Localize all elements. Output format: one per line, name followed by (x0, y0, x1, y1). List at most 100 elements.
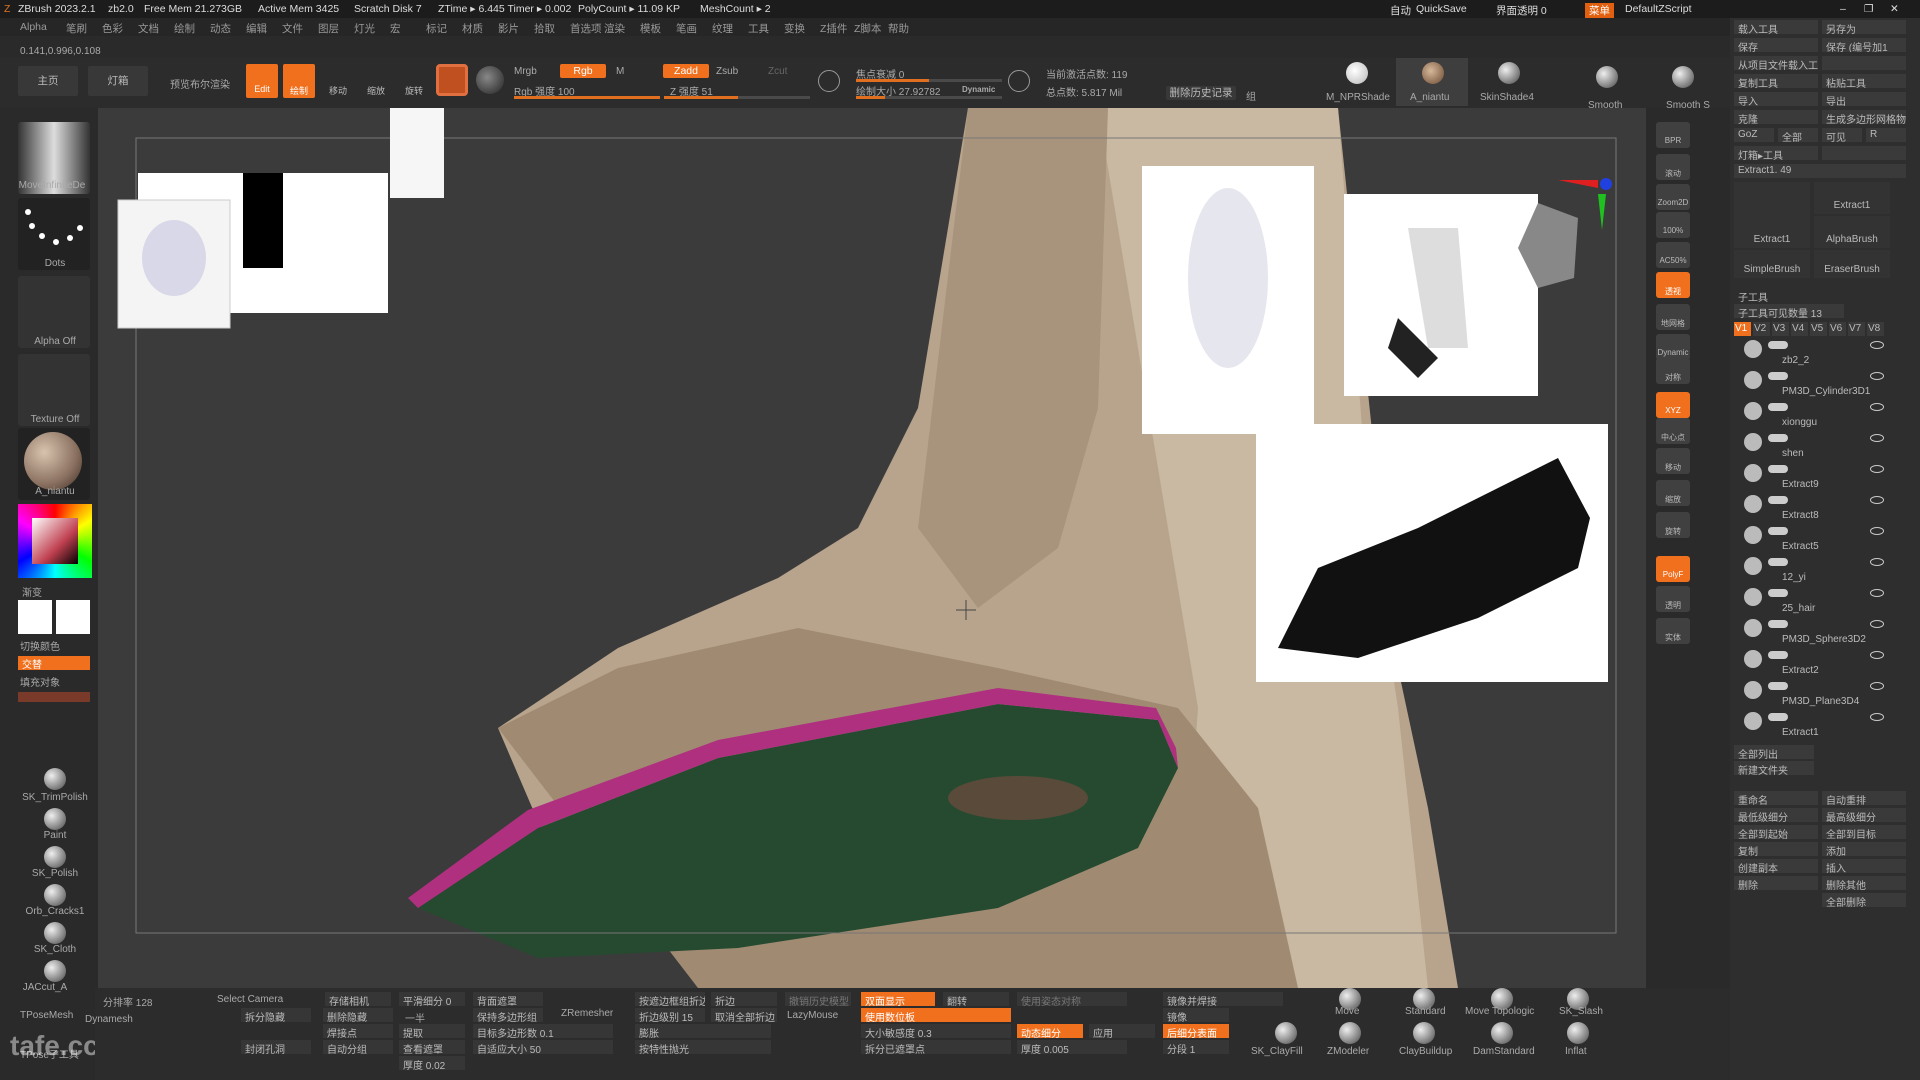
default-zscript[interactable]: DefaultZScript (1625, 3, 1692, 15)
tool-button[interactable]: 可见 (1822, 128, 1862, 142)
subtool-row[interactable]: 25_hair (1742, 586, 1907, 618)
menu-item[interactable]: 笔刷 (66, 21, 87, 36)
version-tab[interactable]: V2 (1753, 322, 1770, 336)
eye-icon[interactable] (1870, 527, 1884, 535)
brush-inflat-icon[interactable] (1567, 1022, 1589, 1044)
subtool-button[interactable]: 重命名 (1734, 791, 1818, 805)
smooth-s-brush-icon[interactable] (1672, 66, 1694, 88)
eye-icon[interactable] (1870, 651, 1884, 659)
eye-icon[interactable] (1870, 713, 1884, 721)
viewport-render[interactable] (98, 108, 1646, 988)
tool-button[interactable]: GoZ (1734, 128, 1774, 142)
rightbar-button[interactable]: 透视 (1656, 272, 1690, 298)
menu-item[interactable]: 变换 (784, 21, 805, 36)
eye-icon[interactable] (1870, 589, 1884, 597)
extract-slider[interactable]: Extract1. 49 (1734, 164, 1906, 178)
menu-item[interactable]: 灯光 (354, 21, 375, 36)
draw-size-icon[interactable] (1008, 70, 1030, 92)
rightbar-button[interactable]: 缩放 (1656, 480, 1690, 506)
lightbox-button[interactable]: 灯箱 (88, 66, 148, 96)
thickness2-slider[interactable]: 厚度 0.005 (1017, 1040, 1127, 1054)
subtool-button[interactable]: 复制 (1734, 842, 1818, 856)
subtool-row[interactable]: PM3D_Plane3D4 (1742, 679, 1907, 711)
eye-icon[interactable] (1870, 341, 1884, 349)
subtool-row[interactable]: shen (1742, 431, 1907, 463)
mirror-weld-button[interactable]: 镜像并焊接 (1163, 992, 1283, 1006)
menu-item[interactable]: 工具 (748, 21, 769, 36)
rightbar-button[interactable]: 100% (1656, 212, 1690, 238)
material-nprshade-icon[interactable] (1346, 62, 1368, 84)
eye-icon[interactable] (1870, 496, 1884, 504)
delete-hidden-button[interactable]: 删除隐藏 (323, 1008, 393, 1022)
subtool-row[interactable]: Extract5 (1742, 524, 1907, 556)
tpose-mesh-button[interactable]: TPoseMesh (20, 1010, 73, 1021)
rightbar-button[interactable]: PolyF (1656, 556, 1690, 582)
segments-slider[interactable]: 分段 1 (1163, 1040, 1229, 1054)
toggle-icon[interactable] (1768, 465, 1788, 473)
rightbar-button[interactable]: 滚动 (1656, 154, 1690, 180)
menu-item[interactable]: 色彩 (102, 21, 123, 36)
rightbar-button[interactable]: 透明 (1656, 586, 1690, 612)
subtool-row[interactable]: Extract8 (1742, 493, 1907, 525)
fill-object-button[interactable]: 填充对象 (20, 674, 60, 689)
version-tab[interactable]: V1 (1734, 322, 1751, 336)
preview-boolean-button[interactable]: 预览布尔渲染 (170, 76, 230, 91)
zcut-button[interactable]: Zcut (768, 66, 787, 77)
use-posable-symmetry-button[interactable]: 使用姿态对称 (1017, 992, 1127, 1006)
dynamic-button[interactable]: Dynamic (962, 85, 995, 94)
split-hidden-button[interactable]: 拆分隐藏 (241, 1008, 311, 1022)
version-tab[interactable]: V3 (1772, 322, 1789, 336)
tool-button[interactable]: 粘贴工具 (1822, 74, 1906, 88)
material-skinshade-icon[interactable] (1498, 62, 1520, 84)
brush-claybuildup-icon[interactable] (1413, 1022, 1435, 1044)
quicksave-button[interactable]: QuickSave (1416, 3, 1467, 15)
tool-button[interactable]: 另存为 (1822, 20, 1906, 34)
extract-button[interactable]: 提取 (399, 1024, 465, 1038)
subtool-button[interactable]: 删除其他 (1822, 876, 1906, 890)
subtool-button[interactable]: 删除 (1734, 876, 1818, 890)
minimize-icon[interactable]: – (1840, 3, 1846, 15)
crease-button[interactable]: 折边 (711, 992, 777, 1006)
rightbar-button[interactable]: Zoom2D (1656, 184, 1690, 210)
menu-item[interactable]: 绘制 (174, 21, 195, 36)
draw-size-track[interactable] (856, 96, 1002, 99)
menu-item[interactable]: Alpha (20, 21, 47, 33)
menu-item[interactable]: Z脚本 (854, 21, 881, 36)
version-tab[interactable]: V6 (1829, 322, 1846, 336)
toggle-icon[interactable] (1768, 713, 1788, 721)
tool-button[interactable]: 克隆 (1734, 110, 1818, 124)
subtool-button[interactable]: 全部删除 (1822, 893, 1906, 907)
tool-button[interactable]: 灯箱▸工具 (1734, 146, 1818, 160)
focal-shift-icon[interactable] (818, 70, 840, 92)
menu-item[interactable]: 纹理 (712, 21, 733, 36)
rightbar-button[interactable]: Dynamic (1656, 334, 1690, 360)
tool-button[interactable]: 导入 (1734, 92, 1818, 106)
restore-icon[interactable]: ❐ (1864, 3, 1873, 15)
version-tab[interactable]: V7 (1848, 322, 1865, 336)
tool-button[interactable]: 生成多边形网格物体 (1822, 110, 1906, 124)
eye-icon[interactable] (1870, 372, 1884, 380)
brush-zmodeler-icon[interactable] (1339, 1022, 1361, 1044)
tool-button[interactable] (1822, 56, 1906, 70)
rightbar-button[interactable]: 中心点 (1656, 418, 1690, 444)
flip-button[interactable]: 翻转 (943, 992, 1009, 1006)
menu-item[interactable]: 文档 (138, 21, 159, 36)
crease-level-slider[interactable]: 折边级别 15 (635, 1008, 705, 1022)
toggle-icon[interactable] (1768, 651, 1788, 659)
eye-icon[interactable] (1870, 434, 1884, 442)
lazymouse-button[interactable]: LazyMouse (787, 1010, 838, 1021)
size-sensitivity-slider[interactable]: 大小敏感度 0.3 (861, 1024, 1011, 1038)
zsub-button[interactable]: Zsub (716, 66, 738, 77)
subtool-row[interactable]: Extract1 (1742, 710, 1907, 742)
tool-button[interactable]: 从项目文件载入工具 (1734, 56, 1818, 70)
menu-item[interactable]: 影片 (498, 21, 519, 36)
brush-polish-icon[interactable] (44, 846, 66, 868)
tool-thumbnail[interactable]: Extract1 (1814, 182, 1890, 214)
menu-item[interactable]: 拾取 (534, 21, 555, 36)
adaptive-size-slider[interactable]: 自适应大小 50 (473, 1040, 613, 1054)
version-tab[interactable]: V8 (1867, 322, 1884, 336)
eye-icon[interactable] (1870, 682, 1884, 690)
rotate-button[interactable]: 旋转 (398, 64, 430, 98)
tool-button[interactable]: 保存 (1734, 38, 1818, 52)
menu-item[interactable]: 渲染 (604, 21, 625, 36)
